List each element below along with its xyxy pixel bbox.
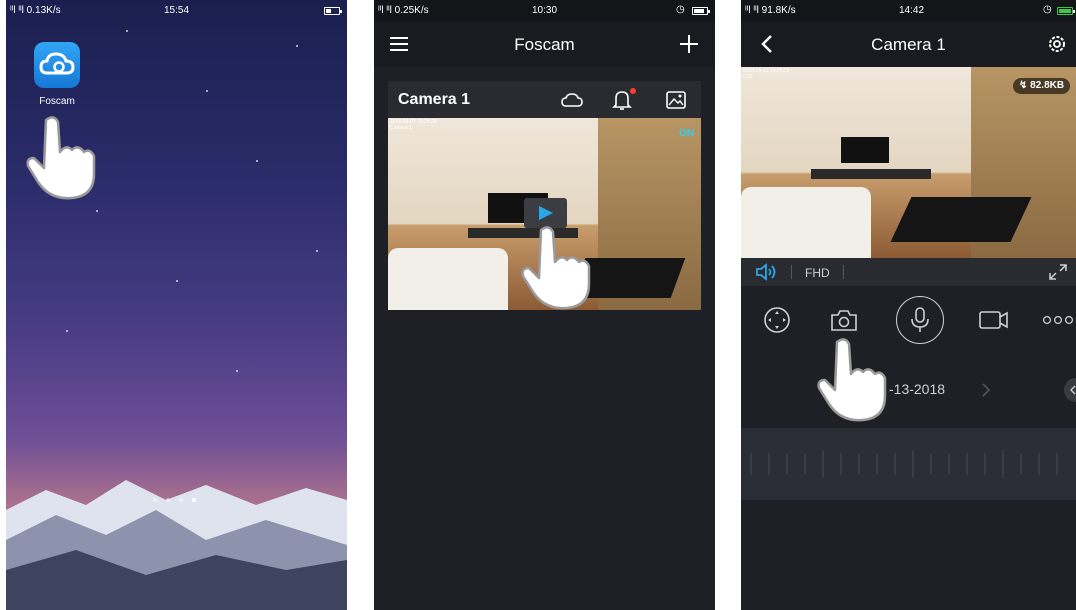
battery-icon <box>324 7 342 15</box>
quality-selector[interactable]: FHD <box>805 266 830 280</box>
header-title: Camera 1 <box>871 35 946 54</box>
status-bar: ᴵᴵl ᴵᴵl 91.8K/s 14:42 ◷ <box>741 0 1076 22</box>
divider <box>843 265 844 279</box>
signal-text: ᴵᴵl ᴵᴵl 91.8K/s <box>745 5 796 16</box>
hand-pointer-icon <box>817 338 887 422</box>
talk-button[interactable] <box>896 296 944 344</box>
hand-pointer-icon <box>521 226 591 310</box>
bell-icon[interactable] <box>612 89 632 111</box>
playback-timeline[interactable] <box>741 428 1076 500</box>
header-title: Foscam <box>514 35 575 54</box>
ptz-icon <box>764 307 790 333</box>
more-button[interactable] <box>1041 300 1076 340</box>
fullscreen-icon[interactable] <box>1049 264 1067 280</box>
chevron-left-icon <box>1070 385 1076 395</box>
page-dot[interactable] <box>179 498 183 502</box>
notification-dot <box>630 88 636 94</box>
video-timestamp: 2018-06-13 14:25:23 C2E <box>743 68 790 80</box>
record-icon <box>979 311 1008 329</box>
device-list-screen: ᴵᴵl ᴵᴵl 0.25K/s 10:30 ◷ Foscam Camera 1 <box>374 0 715 610</box>
signal-text: ᴵᴵl ᴵᴵl 0.25K/s <box>378 5 429 16</box>
app-header: Camera 1 <box>741 22 1076 67</box>
camera-snapshot-icon <box>831 310 857 331</box>
page-dot[interactable] <box>166 498 170 502</box>
record-button[interactable] <box>974 300 1014 340</box>
video-control-bar: FHD <box>741 258 1076 286</box>
cloud-app-icon <box>39 52 75 75</box>
timeline-ticks <box>750 450 1058 478</box>
clock: 15:54 <box>164 5 190 16</box>
status-bar: ᴵᴵl ᴵᴵl 0.25K/s 10:30 ◷ <box>374 0 715 22</box>
app-label: Foscam <box>39 96 75 107</box>
app-header: Foscam <box>374 22 715 67</box>
chevron-right-icon[interactable] <box>981 383 991 397</box>
page-dot-active[interactable] <box>192 498 196 502</box>
foscam-app-icon[interactable] <box>34 42 80 88</box>
video-timestamp: 2018-06-07 16:25:20 Camera 1 <box>390 119 437 131</box>
cloud-icon[interactable] <box>561 93 583 108</box>
bitrate-badge: ↯ 82.8KB <box>1013 78 1071 94</box>
playback-date: -13-2018 <box>889 381 946 397</box>
gear-icon[interactable] <box>1046 33 1068 55</box>
battery-icon <box>692 7 710 15</box>
signal-text: ᴵᴵl ᴵᴵl 0.13K/s <box>10 5 61 16</box>
ptz-button[interactable] <box>757 300 797 340</box>
battery-icon <box>1057 7 1075 15</box>
camera-name: Camera 1 <box>398 91 471 108</box>
microphone-icon <box>911 307 929 332</box>
image-icon[interactable] <box>666 91 686 109</box>
home-screen: ᴵᴵl ᴵᴵl 0.13K/s 15:54 Foscam <box>6 0 347 610</box>
alarm-icon: ◷ <box>1043 4 1052 15</box>
play-icon <box>539 206 553 220</box>
divider <box>791 265 792 279</box>
page-dot[interactable] <box>153 498 157 502</box>
speaker-icon[interactable] <box>755 263 779 281</box>
alarm-icon: ◷ <box>676 4 685 15</box>
live-view-screen: ᴵᴵl ᴵᴵl 91.8K/s 14:42 ◷ Camera 1 2018-06… <box>741 0 1076 610</box>
live-video[interactable]: 2018-06-13 14:25:23 C2E ↯ 82.8KB <box>741 67 1076 258</box>
hand-pointer-icon <box>26 116 96 200</box>
clock: 14:42 <box>899 5 925 16</box>
page-indicator <box>153 498 196 502</box>
plus-icon[interactable] <box>680 35 698 53</box>
more-icon <box>1042 315 1074 325</box>
status-bar: ᴵᴵl ᴵᴵl 0.13K/s 15:54 <box>6 0 347 22</box>
clock: 10:30 <box>532 5 558 16</box>
status-badge: ON <box>679 128 694 139</box>
collapse-button[interactable] <box>1064 378 1076 402</box>
camera-card-header[interactable]: Camera 1 <box>388 81 701 118</box>
mountains <box>6 480 347 610</box>
